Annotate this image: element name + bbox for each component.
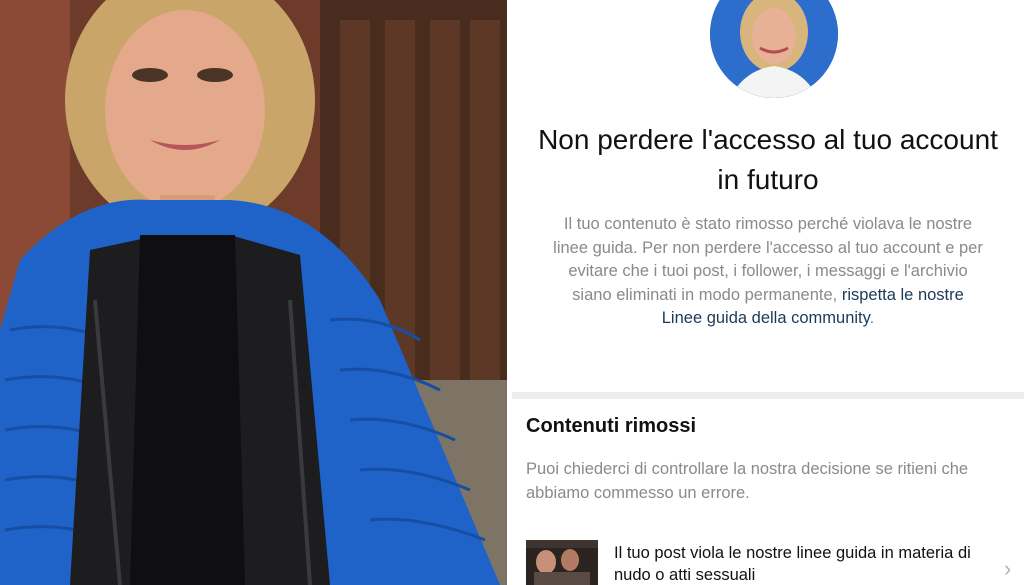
removed-content-description: Puoi chiederci di controllare la nostra … (526, 460, 969, 502)
post-violation-text: Il tuo post viola le nostre linee guida … (614, 544, 971, 584)
notice-body-end: . (869, 309, 875, 327)
section-separator (512, 392, 1024, 399)
portrait-photo (0, 0, 507, 585)
notification-screen: Non perdere l'accesso al tuo account in … (512, 0, 1024, 585)
profile-avatar (710, 0, 838, 98)
notice-body: Il tuo contenuto è stato rimosso perché … (552, 213, 984, 331)
post-thumbnail (526, 540, 598, 585)
chevron-right-icon: › (1004, 556, 1012, 581)
removed-content-title: Contenuti rimossi (526, 415, 697, 437)
notice-headline: Non perdere l'accesso al tuo account in … (538, 124, 998, 195)
removed-post-row[interactable]: Il tuo post viola le nostre linee guida … (512, 530, 1024, 585)
